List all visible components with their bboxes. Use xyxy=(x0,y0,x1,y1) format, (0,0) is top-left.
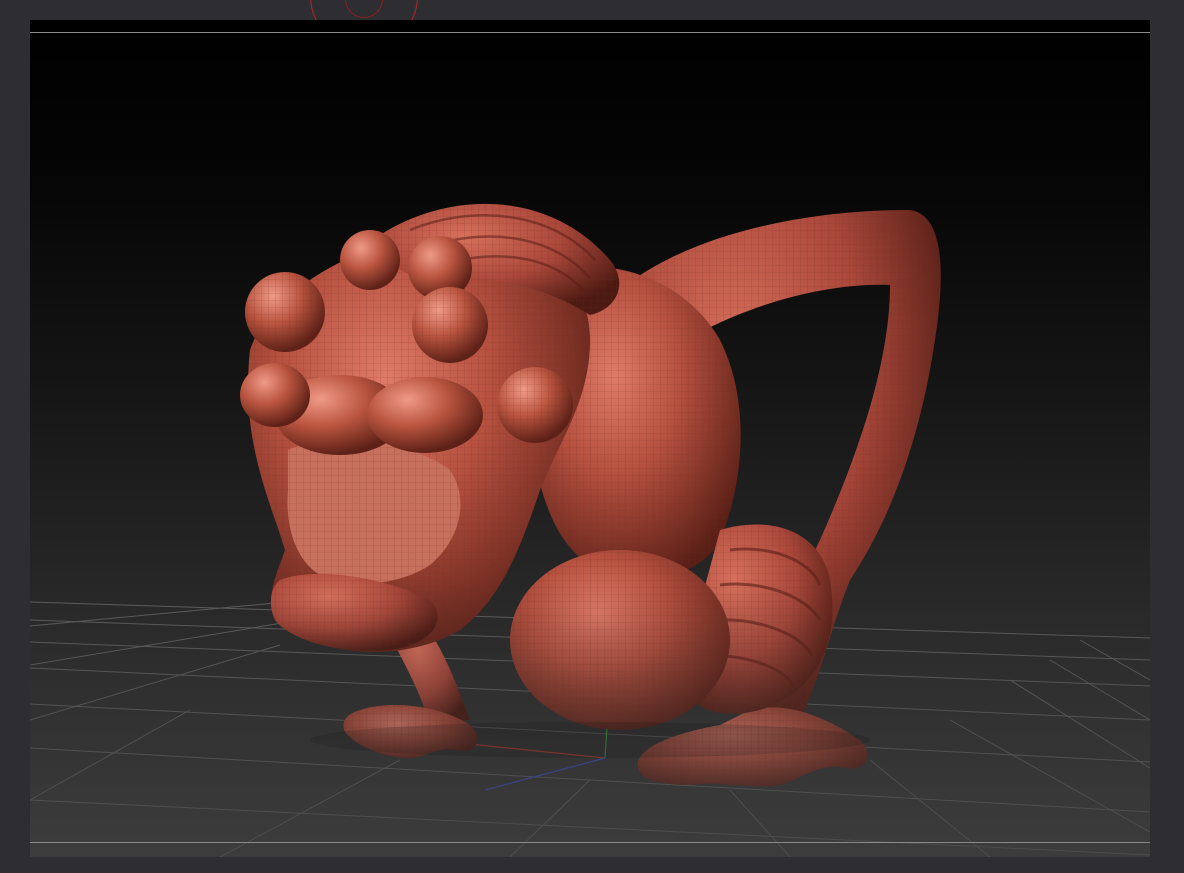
viewport-bottom-border xyxy=(30,842,1150,843)
app-window xyxy=(0,0,1184,873)
draw-brush-inner-ring-icon xyxy=(345,0,383,18)
3d-viewport[interactable] xyxy=(30,20,1150,857)
floor-shading xyxy=(30,580,1150,857)
scene-canvas[interactable] xyxy=(30,20,1150,857)
